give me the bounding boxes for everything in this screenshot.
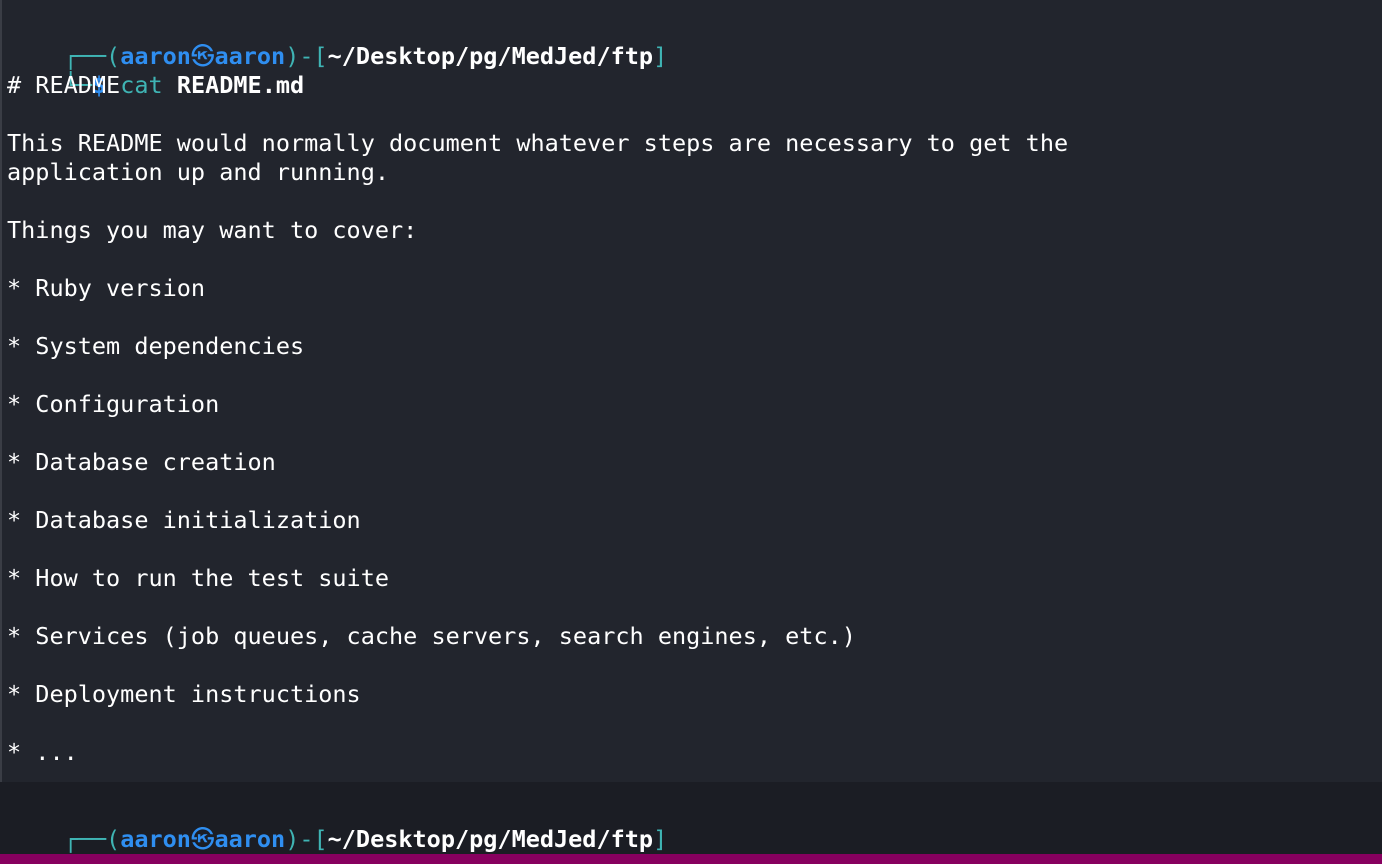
output-line: * Ruby version [7, 274, 206, 302]
prompt-line-bottom-1: └─$ cat README.md [7, 42, 305, 99]
prompt-line-bottom-2[interactable]: └─$ [7, 825, 126, 864]
prompt-path: ~/Desktop/pg/MedJed/ftp [327, 42, 654, 70]
prompt-separator: )-[ [285, 825, 328, 853]
prompt-host: aaron [214, 825, 286, 853]
output-line: application up and running. [7, 158, 390, 186]
command-name: cat [120, 71, 163, 99]
output-line: # README [7, 71, 121, 99]
output-line: * ... [7, 738, 78, 766]
prompt-path: ~/Desktop/pg/MedJed/ftp [327, 825, 654, 853]
output-line: * Services (job queues, cache servers, s… [7, 622, 856, 650]
prompt-user: aaron [120, 825, 191, 853]
output-line: * How to run the test suite [7, 564, 390, 592]
prompt-line-top-1: ┌──(aaron㉿aaron)-[~/Desktop/pg/MedJed/ft… [7, 13, 668, 70]
output-line: * Database creation [7, 448, 276, 476]
output-line: This README would normally document what… [7, 129, 1069, 157]
prompt-path-end: ] [653, 825, 668, 853]
window-left-border [0, 0, 2, 854]
skull-icon: ㉿ [190, 825, 215, 853]
prompt-path-end: ] [653, 42, 668, 70]
command-arg: README.md [176, 71, 305, 99]
terminal-window[interactable]: ┌──(aaron㉿aaron)-[~/Desktop/pg/MedJed/ft… [0, 0, 1382, 864]
status-bar [0, 854, 1382, 864]
output-line: Things you may want to cover: [7, 216, 418, 244]
output-line: * Database initialization [7, 506, 361, 534]
output-line: * Deployment instructions [7, 680, 361, 708]
output-line: * System dependencies [7, 332, 305, 360]
prompt-line-top-2: ┌──(aaron㉿aaron)-[~/Desktop/pg/MedJed/ft… [7, 796, 668, 853]
output-line: * Configuration [7, 390, 220, 418]
